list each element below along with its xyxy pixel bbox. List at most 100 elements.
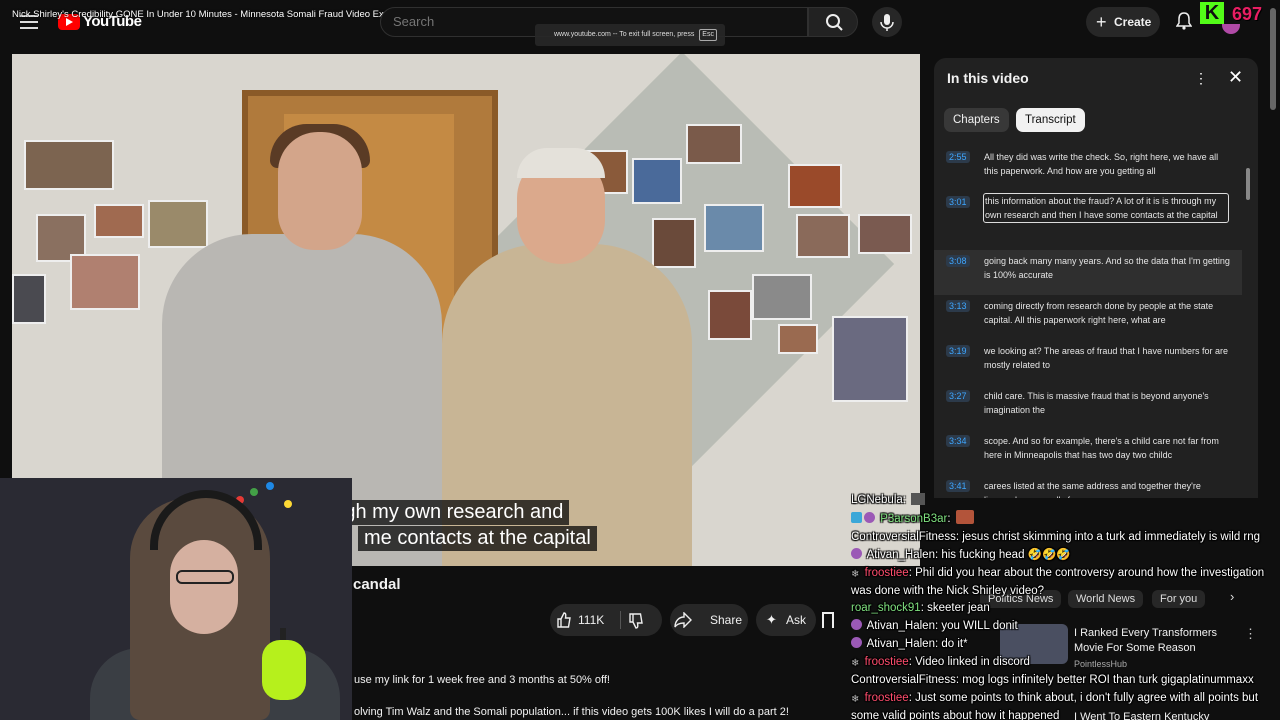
emote-icon xyxy=(955,509,974,524)
chat-username: ControversialFitness xyxy=(851,674,956,687)
segment-timestamp[interactable]: 3:19 xyxy=(946,345,970,357)
panel-scrollbar[interactable] xyxy=(1246,168,1250,200)
wall-photo xyxy=(778,324,818,354)
segment-text: coming directly from research done by pe… xyxy=(984,301,1214,325)
snowflake-badge-icon: ❄ xyxy=(851,658,860,670)
create-button[interactable]: + Create xyxy=(1086,7,1160,37)
segment-timestamp[interactable]: 3:13 xyxy=(946,300,970,312)
chat-message: Ativan_Halen: you WILL donit xyxy=(851,618,1280,636)
thumbs-up-icon xyxy=(557,612,571,628)
chat-username: LGNebula xyxy=(851,494,903,506)
kick-logo-icon: K xyxy=(1200,2,1224,24)
wall-photo xyxy=(148,200,208,248)
segment-timestamp[interactable]: 3:01 xyxy=(946,196,970,208)
chat-username: Ativan_Halen xyxy=(866,620,935,633)
like-button[interactable]: 111K xyxy=(550,604,662,636)
wall-photo xyxy=(752,274,812,320)
segment-text: we looking at? The areas of fraud that I… xyxy=(984,346,1228,370)
search-button[interactable] xyxy=(808,7,858,37)
chat-text: mog logs infinitely better ROI than turk… xyxy=(962,674,1254,687)
page-scrollbar[interactable] xyxy=(1270,8,1276,110)
chat-username: froostiee xyxy=(864,656,909,669)
segment-text: child care. This is massive fraud that i… xyxy=(984,391,1209,415)
snowflake-badge-icon: ❄ xyxy=(851,693,860,705)
wall-photo xyxy=(94,204,144,238)
share-button[interactable]: Share xyxy=(670,604,748,636)
like-divider xyxy=(620,611,621,629)
esc-key-badge: Esc xyxy=(699,29,717,41)
save-bookmark-icon[interactable] xyxy=(822,612,834,628)
streamer-face xyxy=(170,540,238,634)
microphone xyxy=(262,640,306,700)
chat-message: ❄ froostiee: Video linked in discord xyxy=(851,656,1030,670)
person-right-hair xyxy=(517,148,605,178)
description-line-1: use my link for 1 week free and 3 months… xyxy=(354,674,610,686)
segment-text: this information about the fraud? A lot … xyxy=(983,193,1229,223)
transcript-segment-current[interactable]: 3:01 this information about the fraud? A… xyxy=(934,191,1242,236)
segment-timestamp[interactable]: 3:08 xyxy=(946,255,970,267)
wall-photo xyxy=(858,214,912,254)
wall-photo xyxy=(832,316,908,402)
segment-text: scope. And so for example, there's a chi… xyxy=(984,436,1219,460)
tab-transcript[interactable]: Transcript xyxy=(1016,108,1085,132)
notifications-bell-icon[interactable] xyxy=(1176,12,1192,30)
wall-photo xyxy=(70,254,140,310)
tab-chapters[interactable]: Chapters xyxy=(944,108,1009,132)
transcript-segment[interactable]: 3:08 going back many many years. And so … xyxy=(934,250,1242,295)
wall-photo xyxy=(686,124,742,164)
fullscreen-notice: www.youtube.com -- To exit full screen, … xyxy=(535,24,725,46)
share-label: Share xyxy=(710,613,743,627)
chat-username: Ativan_Halen xyxy=(866,548,935,561)
string-light xyxy=(266,482,274,490)
person-left-head xyxy=(278,132,362,250)
more-vert-icon[interactable]: ⋮ xyxy=(1194,70,1208,87)
user-badge-icon xyxy=(851,619,862,631)
wall-photo xyxy=(704,204,764,252)
segment-timestamp[interactable]: 3:34 xyxy=(946,435,970,447)
chat-message: Ativan_Halen: his fucking head 🤣🤣🤣 xyxy=(851,547,1280,565)
transcript-segment[interactable]: 3:13 coming directly from research done … xyxy=(934,295,1242,340)
wall-photo xyxy=(652,218,696,268)
segment-text: All they did was write the check. So, ri… xyxy=(984,152,1219,176)
transcript-segment[interactable]: 3:19 we looking at? The areas of fraud t… xyxy=(934,340,1242,385)
chat-message: ControversialFitness: jesus christ skimm… xyxy=(851,530,1261,543)
string-light xyxy=(250,488,258,496)
fullscreen-notice-text: www.youtube.com -- To exit full screen, … xyxy=(554,31,695,38)
close-icon[interactable]: ✕ xyxy=(1228,67,1243,88)
segment-timestamp[interactable]: 2:55 xyxy=(946,151,970,163)
transcript-segment[interactable]: 2:55 All they did was write the check. S… xyxy=(934,146,1242,191)
segment-timestamp[interactable]: 3:41 xyxy=(946,480,970,492)
chat-text: his fucking head 🤣🤣🤣 xyxy=(941,548,1071,561)
sparkle-icon: ✦ xyxy=(766,612,777,627)
chat-message: roar_shock91: skeeter jean xyxy=(851,602,990,615)
chat-message: ❄ froostiee: Phil did you hear about the… xyxy=(851,566,1265,597)
chat-text: jesus christ skimming into a turk ad imm… xyxy=(962,530,1261,543)
segment-timestamp[interactable]: 3:27 xyxy=(946,390,970,402)
chat-username: roar_shock91 xyxy=(851,602,921,615)
ask-button[interactable]: ✦ Ask xyxy=(756,604,816,636)
string-light xyxy=(284,500,292,508)
transcript-segment[interactable]: 3:34 scope. And so for example, there's … xyxy=(934,430,1242,475)
chat-message: LGNebula: xyxy=(851,492,1280,510)
wall-photo xyxy=(788,164,842,208)
caption-line-2: me contacts at the capital xyxy=(358,526,597,551)
user-badge-icon xyxy=(851,637,862,649)
chat-text: skeeter jean xyxy=(927,602,990,615)
transcript-segment[interactable]: 3:27 child care. This is massive fraud t… xyxy=(934,385,1242,430)
thumbs-down-icon[interactable] xyxy=(628,613,644,629)
video-title-overlay: Nick Shirley's Credibility GONE In Under… xyxy=(12,9,410,20)
wall-photo xyxy=(796,214,850,258)
streamer-glasses xyxy=(176,570,234,584)
like-count: 111K xyxy=(578,613,605,627)
account-avatar[interactable] xyxy=(1222,24,1240,34)
chat-message: ControversialFitness: mog logs infinitel… xyxy=(851,674,1254,687)
chat-text: you WILL donit xyxy=(941,620,1018,633)
viewer-count: 697 xyxy=(1232,4,1263,24)
voice-search-button[interactable] xyxy=(872,7,902,37)
chat-username: froostiee xyxy=(864,566,909,579)
create-label: Create xyxy=(1114,15,1152,29)
masthead: YouTube Nick Shirley's Credibility GONE … xyxy=(0,0,1280,46)
chat-text: Video linked in discord xyxy=(915,656,1030,669)
chat-username: Ativan_Halen xyxy=(866,638,935,651)
chat-username: froostiee xyxy=(864,691,909,704)
